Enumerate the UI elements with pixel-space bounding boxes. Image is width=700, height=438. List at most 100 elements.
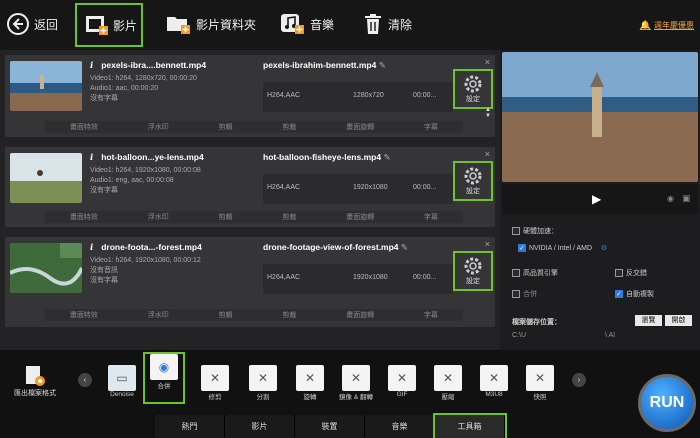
- tab-popular[interactable]: 熱門: [155, 415, 225, 438]
- tools-icon: ✕: [526, 365, 554, 391]
- file-card[interactable]: i drone-foota...-forest.mp4 Video1: h264,…: [5, 237, 495, 327]
- deinterlace-checkbox[interactable]: 反交錯: [615, 268, 647, 278]
- format-tile[interactable]: ▭ Denoise: [102, 365, 142, 415]
- add-video-button[interactable]: 影片: [75, 3, 143, 47]
- autocopy-checkbox[interactable]: ✓ 自動複製: [615, 289, 654, 299]
- remove-icon[interactable]: ×: [485, 149, 490, 159]
- edit-tools: 畫面特效 浮水印 剪輯 剪裁 畫面旋轉 字幕: [45, 211, 463, 223]
- tool-subtitle[interactable]: 字幕: [424, 212, 438, 222]
- checkbox-icon: [615, 269, 623, 277]
- play-icon[interactable]: ▶: [592, 192, 601, 206]
- format-tile[interactable]: ✕ 旋轉: [290, 365, 330, 415]
- file-card[interactable]: i pexels-ibra....bennett.mp4 Video1: h264…: [5, 55, 495, 137]
- scroll-left-icon[interactable]: ‹: [78, 373, 92, 387]
- tool-watermark[interactable]: 浮水印: [148, 310, 169, 320]
- edit-icon[interactable]: ✎: [379, 60, 386, 70]
- tab-music[interactable]: 音樂: [365, 415, 435, 438]
- open-button[interactable]: 開啟: [665, 315, 692, 326]
- tool-crop[interactable]: 剪裁: [282, 212, 296, 222]
- file-list: i pexels-ibra....bennett.mp4 Video1: h264…: [0, 50, 500, 350]
- edit-icon[interactable]: ✎: [383, 152, 390, 162]
- browse-button[interactable]: 瀏覽: [635, 315, 662, 326]
- thumbnail-image: [10, 61, 82, 111]
- subtitle-track: 沒有字幕: [90, 187, 118, 194]
- format-tile[interactable]: ✕ M3U8: [474, 365, 514, 415]
- trash-icon: [365, 14, 381, 34]
- tool-rotate[interactable]: 畫面旋轉: [346, 310, 374, 320]
- format-tile-merge[interactable]: ◉ 合併: [143, 352, 185, 404]
- remove-icon[interactable]: ×: [485, 57, 490, 67]
- export-format-button[interactable]: 匯出檔案格式: [10, 364, 60, 398]
- tool-effects[interactable]: 畫面特效: [70, 212, 98, 222]
- add-folder-button[interactable]: 影片資料夾: [166, 4, 256, 44]
- edit-icon[interactable]: ✎: [401, 242, 408, 252]
- tool-rotate[interactable]: 畫面旋轉: [346, 212, 374, 222]
- merge-checkbox[interactable]: 合併: [512, 289, 537, 299]
- back-button[interactable]: 返回: [6, 4, 58, 44]
- file-name: pexels-ibra....bennett.mp4: [101, 60, 207, 70]
- output-name[interactable]: hot-balloon-fisheye-lens.mp4: [263, 152, 381, 162]
- save-location-label: 檔案儲存位置：: [512, 319, 561, 326]
- tab-toolbox[interactable]: 工具箱: [433, 413, 507, 438]
- tool-cut[interactable]: 剪輯: [219, 212, 233, 222]
- tool-subtitle[interactable]: 字幕: [424, 122, 438, 132]
- tool-watermark[interactable]: 浮水印: [148, 122, 169, 132]
- tool-watermark[interactable]: 浮水印: [148, 212, 169, 222]
- subtitle-track: 沒有字幕: [90, 95, 118, 102]
- file-card[interactable]: i hot-balloon...ye-lens.mp4 Video1: h264,…: [5, 147, 495, 227]
- tool-cut[interactable]: 剪輯: [219, 310, 233, 320]
- tool-cut[interactable]: 剪輯: [219, 122, 233, 132]
- promo-link[interactable]: 🔔 週年慶優惠: [640, 20, 694, 31]
- run-button[interactable]: RUN: [638, 374, 696, 432]
- format-tile[interactable]: ✕ 修剪: [195, 365, 235, 415]
- info-icon[interactable]: i: [90, 243, 93, 253]
- tool-effects[interactable]: 畫面特效: [70, 310, 98, 320]
- checkbox-icon: [512, 227, 520, 235]
- format-tile[interactable]: ✕ 鏡像 & 翻轉: [336, 365, 376, 415]
- hq-label: 高品質引擎: [523, 270, 558, 277]
- folder-label: 影片資料夾: [196, 17, 257, 32]
- hq-engine-checkbox[interactable]: 高品質引擎: [512, 268, 558, 278]
- merge-label: 合併: [523, 291, 537, 298]
- autocopy-label: 自動複製: [626, 291, 654, 298]
- codec-text: H264,AAC: [267, 274, 301, 281]
- scroll-right-icon[interactable]: ›: [572, 373, 586, 387]
- add-music-button[interactable]: 音樂: [280, 4, 334, 44]
- tools-icon: ✕: [434, 365, 462, 391]
- tab-video[interactable]: 影片: [225, 415, 295, 438]
- format-label: 鏡像 & 翻轉: [339, 394, 373, 401]
- hw-accel-toggle[interactable]: 硬體加速：: [512, 226, 558, 236]
- gpu-label: NVIDIA / Intel / AMD: [529, 244, 593, 252]
- folder-open-icon[interactable]: ▣: [682, 193, 691, 204]
- tool-crop[interactable]: 剪裁: [282, 310, 296, 320]
- format-tile[interactable]: ✕ 壓縮: [428, 365, 468, 415]
- format-tile[interactable]: ✕ 分割: [243, 365, 283, 415]
- remove-icon[interactable]: ×: [485, 239, 490, 249]
- file-name: hot-balloon...ye-lens.mp4: [101, 152, 204, 162]
- tool-subtitle[interactable]: 字幕: [424, 310, 438, 320]
- output-name[interactable]: drone-footage-view-of-forest.mp4: [263, 242, 399, 252]
- checked-icon: ✓: [518, 244, 526, 252]
- output-name[interactable]: pexels-ibrahim-bennett.mp4: [263, 60, 376, 70]
- video-track: Video1: h264, 1920x1080, 00:00:08: [90, 167, 201, 174]
- settings-button[interactable]: 設定: [453, 161, 493, 201]
- reorder-icon[interactable]: ▲ ▼: [485, 107, 491, 119]
- tool-rotate[interactable]: 畫面旋轉: [346, 122, 374, 132]
- resolution-text: 1920x1080: [353, 184, 388, 191]
- tool-effects[interactable]: 畫面特效: [70, 122, 98, 132]
- clear-button[interactable]: 清除: [362, 4, 412, 44]
- promo-label: 週年慶優惠: [654, 21, 694, 30]
- settings-button[interactable]: 設定: [453, 69, 493, 109]
- player-controls: ▶ ◉ ▣: [502, 184, 698, 214]
- gear-icon[interactable]: ⚙: [601, 244, 607, 252]
- format-tile[interactable]: ✕ 快照: [520, 365, 560, 415]
- edit-tools: 畫面特效 浮水印 剪輯 剪裁 畫面旋轉 字幕: [45, 121, 463, 133]
- format-tile[interactable]: ✕ GIF: [382, 365, 422, 415]
- settings-button[interactable]: 設定: [453, 251, 493, 291]
- info-icon[interactable]: i: [90, 153, 93, 163]
- gpu-checkbox[interactable]: ✓ NVIDIA / Intel / AMD ⚙: [518, 244, 607, 252]
- camera-icon[interactable]: ◉: [667, 194, 674, 203]
- tab-device[interactable]: 裝置: [295, 415, 365, 438]
- tool-crop[interactable]: 剪裁: [282, 122, 296, 132]
- info-icon[interactable]: i: [90, 61, 93, 71]
